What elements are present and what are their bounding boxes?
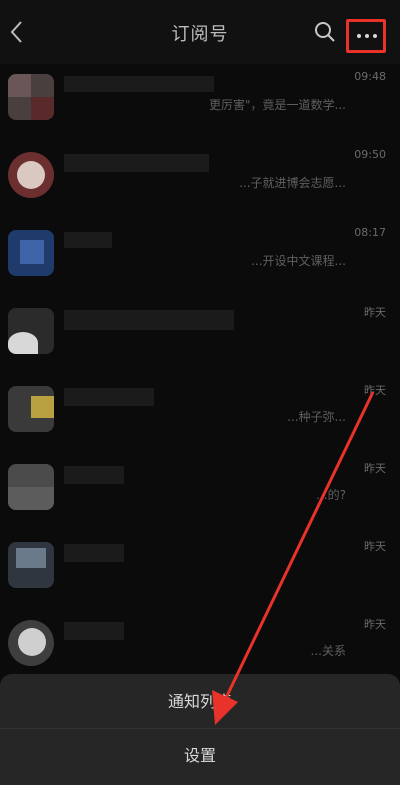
timestamp: 09:50: [354, 148, 386, 161]
avatar: [8, 464, 54, 510]
action-sheet: 通知列表 设置: [0, 674, 400, 785]
list-item[interactable]: 08:17 ...开设中文课程...: [0, 220, 400, 298]
timestamp: 08:17: [354, 226, 386, 239]
more-button[interactable]: [346, 19, 386, 53]
avatar: [8, 386, 54, 432]
avatar: [8, 620, 54, 666]
list-item[interactable]: 09:50 ...子就进博会志愿...: [0, 142, 400, 220]
list-item[interactable]: 昨天 ...的?: [0, 454, 400, 532]
list-item-preview: ...开设中文课程...: [251, 254, 346, 268]
timestamp: 昨天: [364, 462, 386, 475]
timestamp: 昨天: [364, 384, 386, 397]
list-item[interactable]: 昨天: [0, 298, 400, 376]
avatar: [8, 74, 54, 120]
list-item[interactable]: 昨天 ...种子弥...: [0, 376, 400, 454]
timestamp: 09:48: [354, 70, 386, 83]
list-item-preview: ...种子弥...: [287, 410, 346, 424]
subscription-list: 09:48 更厉害"，竟是一道数学... 09:50 ...子就进博会志愿...…: [0, 64, 400, 744]
more-horizontal-icon: [357, 34, 361, 38]
divider: [0, 728, 400, 729]
list-item[interactable]: 09:48 更厉害"，竟是一道数学...: [0, 64, 400, 142]
page-title: 订阅号: [171, 24, 229, 45]
notify-list-option[interactable]: 通知列表: [0, 678, 400, 726]
avatar: [8, 308, 54, 354]
timestamp: 昨天: [364, 618, 386, 631]
list-item-preview: ...的?: [316, 488, 346, 502]
timestamp: 昨天: [364, 540, 386, 553]
list-item-preview: 更厉害"，竟是一道数学...: [209, 98, 346, 112]
list-item-preview: ...关系: [310, 644, 346, 658]
timestamp: 昨天: [364, 306, 386, 319]
search-icon[interactable]: [313, 20, 337, 44]
list-item[interactable]: 昨天: [0, 532, 400, 610]
list-item-preview: ...子就进博会志愿...: [239, 176, 346, 190]
avatar: [8, 542, 54, 588]
avatar: [8, 230, 54, 276]
avatar: [8, 152, 54, 198]
settings-option[interactable]: 设置: [0, 732, 400, 780]
top-bar: 订阅号: [0, 0, 400, 64]
